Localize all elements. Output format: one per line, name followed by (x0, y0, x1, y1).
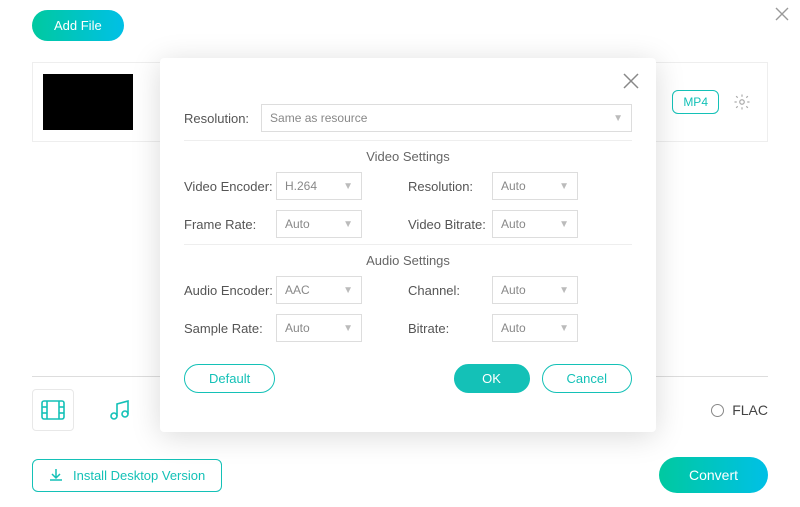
audio-encoder-select[interactable]: AAC ▼ (276, 276, 362, 304)
chevron-down-icon: ▼ (343, 323, 353, 334)
video-resolution-value: Auto (501, 179, 526, 193)
install-desktop-button[interactable]: Install Desktop Version (32, 459, 222, 492)
channel-select[interactable]: Auto ▼ (492, 276, 578, 304)
flac-label: FLAC (732, 402, 768, 418)
audio-tab-icon[interactable] (98, 389, 140, 431)
resolution-label: Resolution: (184, 111, 249, 126)
flac-option[interactable]: FLAC (711, 402, 768, 418)
frame-rate-label: Frame Rate: (184, 217, 276, 232)
install-label: Install Desktop Version (73, 468, 205, 483)
radio-icon (711, 404, 724, 417)
resolution-value: Same as resource (270, 111, 367, 125)
video-resolution-label: Resolution: (408, 179, 492, 194)
audio-settings-title: Audio Settings (184, 253, 632, 268)
video-encoder-value: H.264 (285, 179, 317, 193)
gear-icon[interactable] (731, 91, 753, 113)
audio-encoder-value: AAC (285, 283, 310, 297)
audio-bitrate-value: Auto (501, 321, 526, 335)
convert-button[interactable]: Convert (659, 457, 768, 493)
download-icon (49, 468, 63, 482)
cancel-button[interactable]: Cancel (542, 364, 632, 393)
footer: Install Desktop Version Convert (32, 457, 768, 493)
video-bitrate-select[interactable]: Auto ▼ (492, 210, 578, 238)
chevron-down-icon: ▼ (343, 181, 353, 192)
chevron-down-icon: ▼ (559, 181, 569, 192)
audio-bitrate-label: Bitrate: (408, 321, 492, 336)
add-file-button[interactable]: Add File (32, 10, 124, 41)
format-badge[interactable]: MP4 (672, 90, 719, 114)
chevron-down-icon: ▼ (559, 219, 569, 230)
channel-label: Channel: (408, 283, 492, 298)
audio-encoder-label: Audio Encoder: (184, 283, 276, 298)
sample-rate-select[interactable]: Auto ▼ (276, 314, 362, 342)
settings-modal: Resolution: Same as resource ▼ Video Set… (160, 58, 656, 432)
video-bitrate-value: Auto (501, 217, 526, 231)
ok-button[interactable]: OK (454, 364, 530, 393)
divider (184, 244, 632, 245)
divider (184, 140, 632, 141)
channel-value: Auto (501, 283, 526, 297)
sample-rate-label: Sample Rate: (184, 321, 276, 336)
default-button[interactable]: Default (184, 364, 275, 393)
video-encoder-label: Video Encoder: (184, 179, 276, 194)
chevron-down-icon: ▼ (343, 285, 353, 296)
modal-close-icon[interactable] (622, 72, 640, 93)
chevron-down-icon: ▼ (559, 323, 569, 334)
chevron-down-icon: ▼ (559, 285, 569, 296)
video-encoder-select[interactable]: H.264 ▼ (276, 172, 362, 200)
frame-rate-value: Auto (285, 217, 310, 231)
frame-rate-select[interactable]: Auto ▼ (276, 210, 362, 238)
audio-bitrate-select[interactable]: Auto ▼ (492, 314, 578, 342)
video-resolution-select[interactable]: Auto ▼ (492, 172, 578, 200)
chevron-down-icon: ▼ (343, 219, 353, 230)
video-thumbnail (43, 74, 133, 130)
video-settings-title: Video Settings (184, 149, 632, 164)
resolution-select[interactable]: Same as resource ▼ (261, 104, 632, 132)
sample-rate-value: Auto (285, 321, 310, 335)
main-close-icon[interactable] (774, 2, 790, 28)
video-tab-icon[interactable] (32, 389, 74, 431)
chevron-down-icon: ▼ (613, 113, 623, 124)
video-bitrate-label: Video Bitrate: (408, 217, 492, 232)
